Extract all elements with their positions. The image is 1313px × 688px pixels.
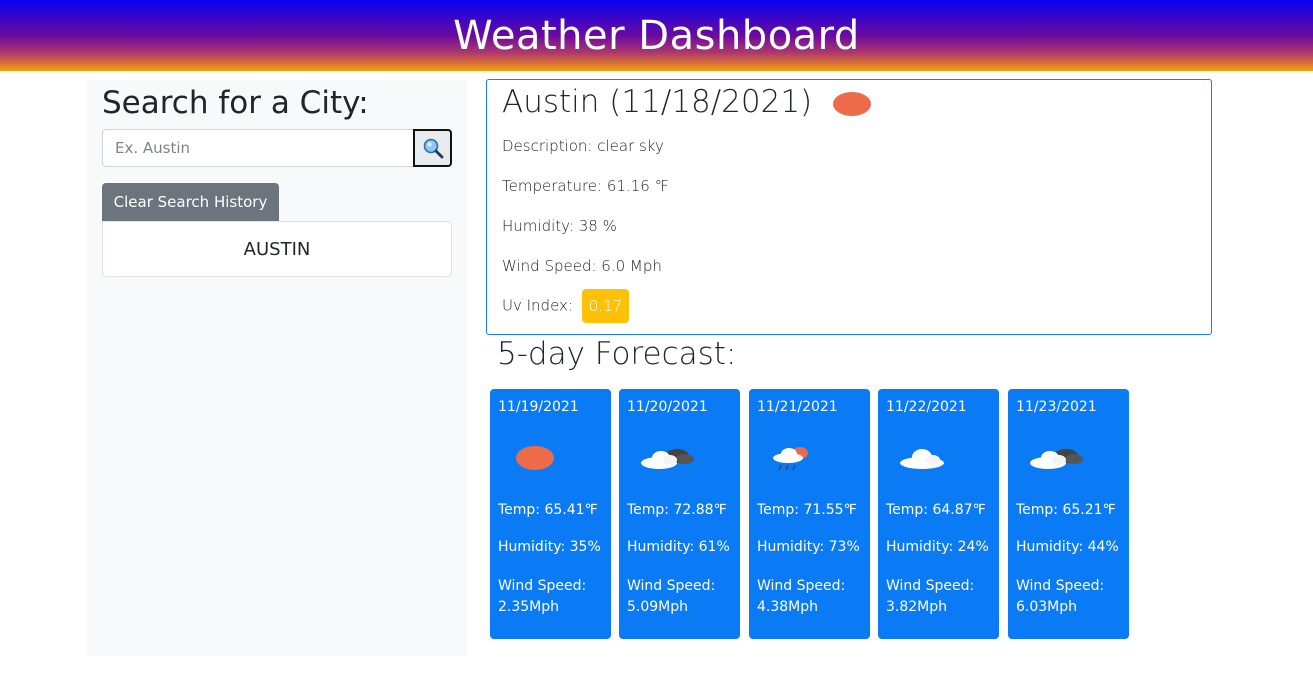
city-date-label: Austin (11/18/2021) xyxy=(502,84,813,120)
forecast-wind: Wind Speed: 4.38Mph xyxy=(757,578,846,615)
current-temperature: Temperature: 61.16 ℉ xyxy=(502,177,669,195)
broken-clouds-icon xyxy=(641,449,694,469)
history-item-austin[interactable]: AUSTIN xyxy=(102,221,452,277)
forecast-temp: Temp: 71.55℉ xyxy=(757,502,857,518)
sun-icon xyxy=(516,446,554,470)
forecast-card: 11/21/2021 Temp: 71.55℉ Humidity: 73% Wi… xyxy=(749,389,870,639)
search-sidebar: Search for a City: Clear Search History … xyxy=(87,80,467,656)
page-header: Weather Dashboard xyxy=(0,0,1313,71)
forecast-date: 11/23/2021 xyxy=(1016,399,1097,415)
sun-icon xyxy=(833,92,872,116)
page-title: Weather Dashboard xyxy=(453,12,860,59)
forecast-humidity: Humidity: 73% xyxy=(757,539,860,555)
magnifier-icon xyxy=(423,138,443,159)
forecast-humidity: Humidity: 24% xyxy=(886,539,989,555)
city-search-input[interactable] xyxy=(102,129,414,167)
current-weather-card: Austin (11/18/2021) Description: clear s… xyxy=(486,79,1212,335)
forecast-date: 11/20/2021 xyxy=(627,399,708,415)
uv-label: Uv Index: xyxy=(502,296,573,315)
forecast-wind: Wind Speed: 3.82Mph xyxy=(886,578,975,615)
forecast-date: 11/21/2021 xyxy=(757,399,838,415)
forecast-temp: Temp: 72.88℉ xyxy=(627,502,727,518)
current-weather-title: Austin (11/18/2021) xyxy=(502,84,872,120)
current-humidity: Humidity: 38 % xyxy=(502,217,617,235)
forecast-humidity: Humidity: 35% xyxy=(498,539,601,555)
forecast-wind: Wind Speed: 2.35Mph xyxy=(498,578,587,615)
uv-index-badge: 0.17 xyxy=(581,289,630,323)
forecast-temp: Temp: 65.21℉ xyxy=(1016,502,1116,518)
forecast-card: 11/19/2021 Temp: 65.41℉ Humidity: 35% Wi… xyxy=(490,389,611,639)
forecast-wind: Wind Speed: 5.09Mph xyxy=(627,578,716,615)
broken-clouds-icon xyxy=(1030,449,1083,469)
cloud-icon xyxy=(900,449,944,469)
rain-sun-icon xyxy=(773,447,808,471)
search-heading: Search for a City: xyxy=(102,85,369,121)
current-wind-speed: Wind Speed: 6.0 Mph xyxy=(502,257,662,275)
forecast-temp: Temp: 65.41℉ xyxy=(498,502,598,518)
forecast-wind: Wind Speed: 6.03Mph xyxy=(1016,578,1105,615)
forecast-card: 11/20/2021 Temp: 72.88℉ Humidity: 61% Wi… xyxy=(619,389,740,639)
current-uv-row: Uv Index: 0.17 xyxy=(502,289,630,323)
forecast-card: 11/23/2021 Temp: 65.21℉ Humidity: 44% Wi… xyxy=(1008,389,1129,639)
forecast-date: 11/22/2021 xyxy=(886,399,967,415)
search-button[interactable] xyxy=(413,129,452,167)
forecast-date: 11/19/2021 xyxy=(498,399,579,415)
current-description: Description: clear sky xyxy=(502,137,664,155)
forecast-heading: 5-day Forecast: xyxy=(497,336,737,372)
forecast-humidity: Humidity: 61% xyxy=(627,539,730,555)
forecast-card: 11/22/2021 Temp: 64.87℉ Humidity: 24% Wi… xyxy=(878,389,999,639)
clear-history-button[interactable]: Clear Search History xyxy=(102,183,279,221)
forecast-humidity: Humidity: 44% xyxy=(1016,539,1119,555)
forecast-temp: Temp: 64.87℉ xyxy=(886,502,986,518)
